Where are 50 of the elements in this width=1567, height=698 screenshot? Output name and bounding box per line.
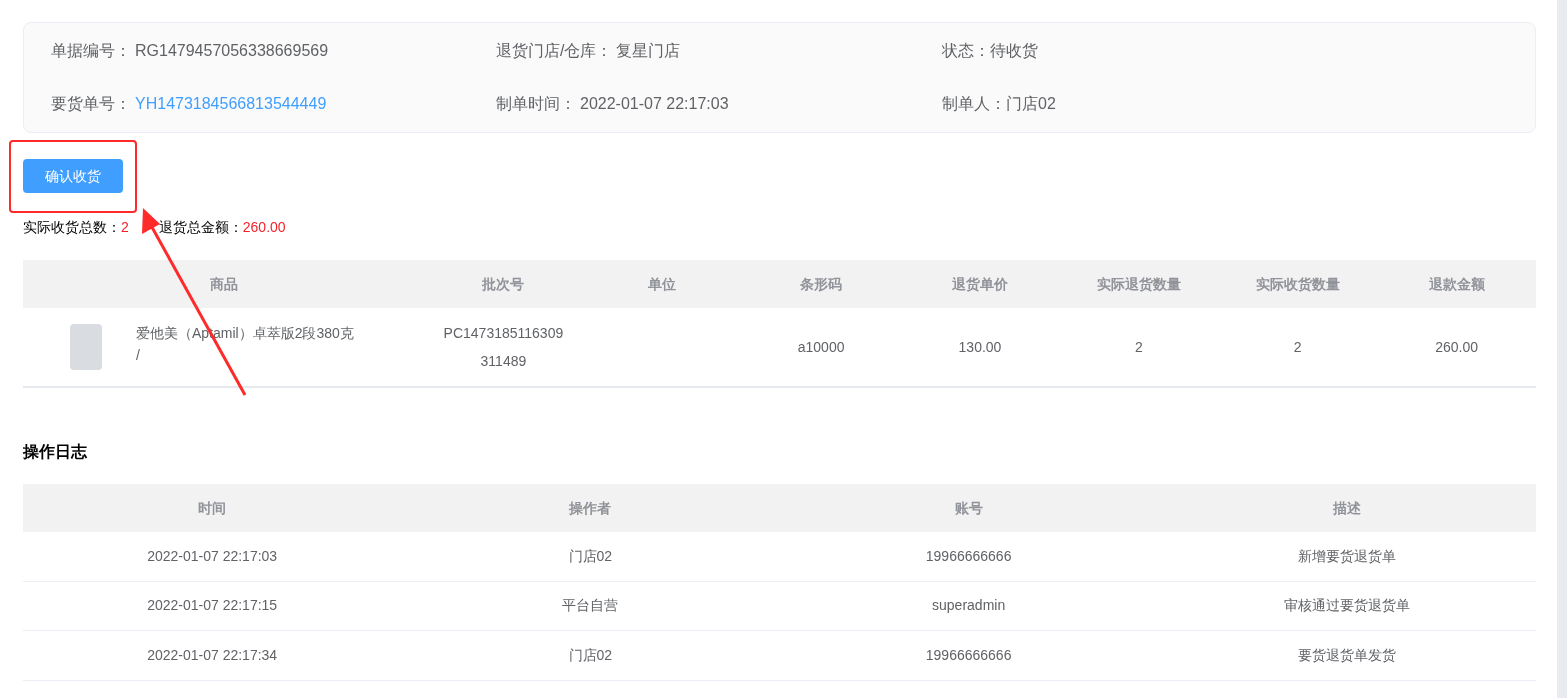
summary-value: 2 — [121, 218, 129, 237]
table-cell-text: 2022-01-07 22:17:15 — [146, 596, 279, 616]
table-cell-text: 2022-01-07 22:17:03 — [146, 546, 279, 566]
table-cell-text: 要货退货单发货 — [1296, 645, 1397, 665]
column-header: 账号 — [953, 498, 984, 518]
field-value: RG1479457056338669569 — [135, 41, 329, 61]
summary-value: 260.00 — [242, 218, 286, 237]
table-cell-text: 19966666666 — [924, 645, 1013, 665]
column-header: 单位 — [647, 274, 678, 294]
field-label: 状态： — [942, 41, 990, 61]
confirm-receipt-button[interactable]: 确认收货 — [23, 159, 123, 193]
column-header: 商品 — [208, 274, 239, 294]
table-cell-text: 2022-01-07 22:17:34 — [146, 645, 279, 665]
column-header: 退货单价 — [951, 274, 1009, 294]
summary-label: 退货总金额： — [158, 218, 243, 237]
column-header: 条形码 — [799, 274, 844, 294]
field-label: 制单人： — [942, 94, 1006, 114]
amount-cell-text: 260.00 — [1434, 337, 1479, 357]
barcode-cell-text: a10000 — [796, 337, 846, 357]
table-cell-text: 门店02 — [567, 546, 614, 566]
field-value: 复星门店 — [616, 41, 681, 61]
order-link[interactable]: YH1473184566813544449 — [135, 92, 327, 116]
column-header: 实际收货数量 — [1254, 274, 1341, 294]
table-cell-text: 门店02 — [567, 645, 614, 665]
field-value: 待收货 — [990, 41, 1038, 61]
column-header: 退款金额 — [1427, 274, 1486, 294]
field-label: 退货门店/仓库： — [496, 41, 613, 61]
field-label: 要货单号： — [51, 94, 131, 114]
table-cell-text: 19966666666 — [924, 546, 1013, 566]
batch-number: PC1473185116309 311489 — [442, 324, 565, 371]
received-qty-cell-text: 2 — [1292, 337, 1303, 357]
summary-label: 实际收货总数： — [23, 218, 121, 237]
product-spec: / — [136, 347, 141, 363]
column-header: 操作者 — [568, 498, 613, 518]
field-value: 2022-01-07 22:17:03 — [580, 94, 729, 114]
table-cell-text: 审核通过要货退货单 — [1282, 596, 1411, 616]
table-cell-text: 平台自营 — [561, 596, 620, 616]
table-cell-text: superadmin — [931, 596, 1007, 616]
column-header: 批次号 — [481, 274, 526, 294]
return-qty-cell-text: 2 — [1133, 337, 1144, 357]
price-cell-text: 130.00 — [957, 337, 1003, 357]
field-label: 单据编号： — [51, 41, 131, 61]
field-label: 制单时间： — [496, 94, 576, 114]
section-title: 操作日志 — [23, 442, 88, 462]
column-header: 时间 — [197, 498, 228, 518]
column-header: 描述 — [1331, 498, 1362, 518]
field-value: 门店02 — [1006, 94, 1056, 114]
product-photo-placeholder — [70, 324, 102, 370]
table-cell-text: 新增要货退货单 — [1296, 546, 1397, 566]
column-header: 实际退货数量 — [1095, 274, 1182, 294]
